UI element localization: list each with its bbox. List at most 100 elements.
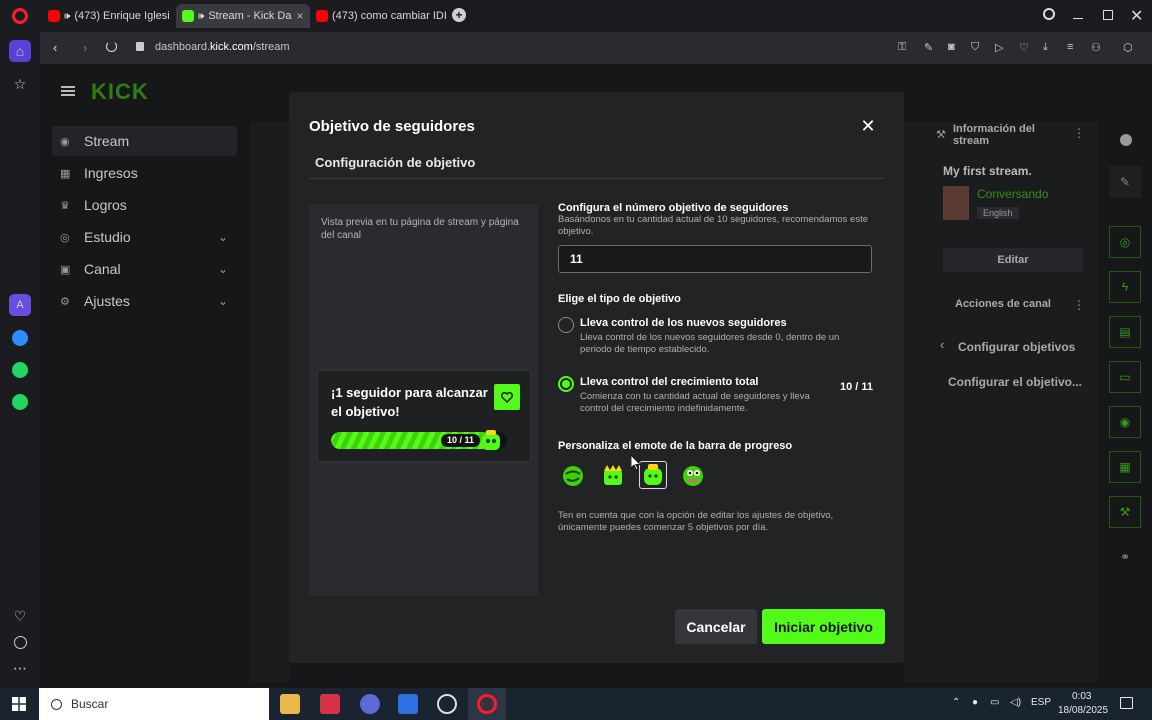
chat-icon[interactable]: ▭ — [1109, 361, 1141, 393]
hamburger-icon[interactable] — [61, 86, 75, 96]
lightning-icon[interactable]: ϟ — [1109, 271, 1141, 303]
url-field[interactable]: dashboard.kick.com/stream — [155, 41, 290, 53]
home-icon[interactable]: ⌂ — [9, 40, 31, 62]
stream-title: My first stream. — [943, 164, 1032, 178]
category-name[interactable]: Conversando — [977, 187, 1048, 201]
start-goal-button[interactable]: Iniciar objetivo — [762, 609, 885, 644]
forward-icon[interactable]: › — [83, 40, 87, 55]
chevron-down-icon[interactable]: ⌄ — [218, 294, 228, 308]
app-clock-icon[interactable] — [437, 694, 457, 714]
info-title: Información del stream — [953, 123, 1035, 147]
camera-icon[interactable]: ◎ — [1109, 226, 1141, 258]
app-blue-icon[interactable] — [398, 694, 418, 714]
heart-icon[interactable]: ♡ — [1019, 41, 1029, 54]
option-total-title[interactable]: Lleva control del crecimiento total — [580, 376, 759, 388]
option-new-title[interactable]: Lleva control de los nuevos seguidores — [580, 317, 787, 329]
option-new-desc: Lleva control de los nuevos seguidores d… — [580, 332, 840, 355]
broadcast-icon[interactable]: ◉ — [1109, 406, 1141, 438]
option-total-desc: Comienza con tu cantidad actual de segui… — [580, 391, 810, 414]
pencil-icon[interactable]: ✎ — [1109, 166, 1141, 198]
emote-option-3-selected[interactable] — [639, 461, 667, 489]
nav-ajustes[interactable]: ⚙ Ajustes — [60, 293, 130, 309]
chevron-down-icon[interactable]: ⌄ — [218, 230, 228, 244]
new-tab-button[interactable]: + — [452, 8, 466, 22]
emote-option-2[interactable] — [599, 461, 627, 489]
radio-new-followers[interactable] — [558, 317, 574, 333]
history-icon[interactable] — [9, 631, 31, 653]
lock-icon[interactable] — [136, 42, 144, 51]
nav-canal[interactable]: ▣ Canal — [60, 261, 121, 277]
taskbar-search[interactable]: Buscar — [39, 688, 269, 720]
kebab-icon[interactable]: ⋮ — [1073, 298, 1085, 312]
reload-icon[interactable] — [106, 41, 117, 52]
tab-title: (473) como cambiar IDIOMA — [332, 10, 446, 22]
kebab-icon[interactable]: ⋮ — [1073, 126, 1085, 140]
tab-kick-dashboard[interactable]: 🕪 Stream - Kick Dashboard × — [176, 4, 310, 28]
follower-goal-modal: Objetivo de seguidores ✕ Configuración d… — [289, 92, 904, 663]
messenger-icon[interactable] — [9, 327, 31, 349]
play-icon[interactable]: ▷ — [995, 41, 1003, 54]
network-icon[interactable]: ▭ — [990, 697, 999, 708]
tool-icon[interactable]: ⚒ — [1109, 496, 1141, 528]
language-indicator[interactable]: ESP — [1031, 697, 1051, 708]
nav-logros[interactable]: ♛ Logros — [60, 197, 127, 213]
edit-icon[interactable]: ✎ — [924, 41, 933, 54]
radio-total-growth[interactable] — [558, 376, 574, 392]
search-icon[interactable] — [1043, 8, 1055, 20]
document-icon[interactable]: ▤ — [1109, 316, 1141, 348]
minimize-button[interactable] — [1073, 18, 1083, 19]
chevron-down-icon[interactable]: ⌄ — [218, 262, 228, 276]
configure-goals[interactable]: Configurar objetivos — [958, 340, 1075, 354]
configure-goal-item[interactable]: Configurar el objetivo... — [948, 375, 1082, 389]
heart-icon[interactable]: ♡ — [9, 605, 31, 627]
tab-youtube-1[interactable]: 🕪 (473) Enrique Iglesias, — [42, 4, 170, 28]
edit-button[interactable]: Editar — [943, 248, 1083, 272]
key-icon[interactable]: ⚿ — [898, 41, 906, 54]
dashboard-icon[interactable]: ▦ — [1109, 451, 1141, 483]
mic-icon[interactable]: ● — [972, 697, 978, 708]
windows-start-icon[interactable] — [12, 697, 26, 711]
kick-logo[interactable]: KICK — [91, 79, 149, 105]
nav-stream[interactable]: ◉ Stream — [60, 133, 129, 149]
opera-logo-icon[interactable] — [12, 8, 28, 24]
tray-chevron-icon[interactable]: ⌃ — [952, 697, 960, 708]
whatsapp-icon[interactable] — [9, 359, 31, 381]
cancel-button[interactable]: Cancelar — [675, 609, 757, 644]
star-icon[interactable]: ☆ — [9, 73, 31, 95]
clock-date[interactable]: 18/08/2025 — [1058, 705, 1108, 716]
back-chevron-icon[interactable]: ‹ — [940, 337, 944, 352]
restore-button[interactable] — [1103, 10, 1113, 20]
profile-icon[interactable]: ⚇ — [1091, 41, 1101, 54]
info-icon[interactable] — [1120, 134, 1132, 146]
app-chrome-icon[interactable] — [360, 694, 380, 714]
app-red-icon[interactable] — [320, 694, 340, 714]
close-tab-icon[interactable]: × — [296, 9, 303, 23]
close-icon[interactable]: ✕ — [860, 117, 876, 135]
menu-icon[interactable]: ≡ — [1067, 41, 1073, 53]
kick-icon — [182, 10, 194, 22]
back-icon[interactable]: ‹ — [53, 40, 57, 55]
emote-option-4[interactable] — [679, 461, 707, 489]
extensions-icon[interactable]: ⬡ — [1123, 41, 1133, 54]
clock-time[interactable]: 0:03 — [1072, 691, 1091, 702]
more-icon[interactable]: ⋯ — [9, 657, 31, 679]
nav-estudio[interactable]: ◎ Estudio — [60, 229, 131, 245]
download-icon[interactable]: ⤓ — [1043, 41, 1048, 54]
volume-icon[interactable]: ◁) — [1010, 697, 1021, 708]
opera-taskbar-icon[interactable] — [477, 694, 497, 714]
stream-icon: ◉ — [60, 135, 70, 148]
tab-youtube-2[interactable]: (473) como cambiar IDIOMA — [310, 4, 446, 28]
share-icon[interactable]: ⚭ — [1120, 550, 1130, 564]
file-explorer-icon[interactable] — [280, 694, 300, 714]
emote-option-1[interactable] — [559, 461, 587, 489]
spotify-icon[interactable] — [9, 391, 31, 413]
goal-number-input[interactable] — [558, 245, 872, 273]
nav-ingresos[interactable]: ▦ Ingresos — [60, 165, 138, 181]
shield-icon[interactable]: ⛉ — [971, 41, 979, 54]
mouse-cursor — [631, 455, 641, 471]
notification-icon[interactable] — [1120, 697, 1133, 709]
camera-icon[interactable]: ◙ — [948, 41, 955, 53]
aria-icon[interactable]: A — [9, 294, 31, 316]
language-badge: English — [977, 207, 1019, 219]
close-window-button[interactable]: ✕ — [1130, 6, 1143, 26]
